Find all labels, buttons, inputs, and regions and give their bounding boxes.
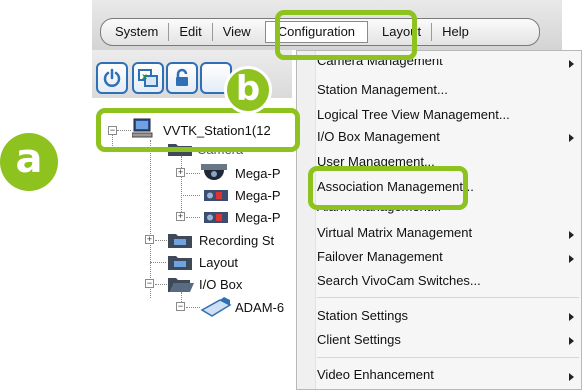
submenu-arrow-icon <box>569 313 574 321</box>
menu-separator <box>317 357 579 358</box>
menu-gutter <box>297 51 316 389</box>
open-folder-icon <box>168 278 194 292</box>
tree-node-adam[interactable]: ADAM-6 <box>235 300 284 315</box>
tree-connector <box>150 140 151 298</box>
unlock-button[interactable] <box>166 62 198 94</box>
tree-expander-camera-3[interactable]: + <box>176 212 185 221</box>
dome-camera-icon <box>201 164 227 180</box>
tree-node-camera-1[interactable]: Mega-P <box>235 166 281 181</box>
menu-item-io-box-management[interactable]: I/O Box Management <box>317 129 440 144</box>
svg-text:x: x <box>142 72 148 81</box>
tree-node-camera-2[interactable]: Mega-P <box>235 188 281 203</box>
menu-separator <box>317 297 579 298</box>
camera-icon <box>204 212 228 223</box>
tree-connector <box>155 284 167 285</box>
tree-connector <box>186 217 200 218</box>
callout-b-label: b <box>235 69 261 109</box>
tree-connector <box>186 173 200 174</box>
layout-folder-icon <box>168 256 192 270</box>
unlock-icon <box>176 68 188 86</box>
menu-item-virtual-matrix-management[interactable]: Virtual Matrix Management <box>317 225 472 240</box>
highlight-association-management <box>308 166 468 210</box>
menu-item-video-enhancement[interactable]: Video Enhancement <box>317 367 434 382</box>
tree-connector <box>155 240 167 241</box>
callout-a-label: a <box>15 136 43 182</box>
tree-node-recording[interactable]: Recording St <box>199 233 274 248</box>
power-button[interactable] <box>96 62 128 94</box>
menu-view[interactable]: View <box>211 23 261 41</box>
menu-edit[interactable]: Edit <box>168 23 211 41</box>
submenu-arrow-icon <box>569 134 574 142</box>
tree-node-camera-3[interactable]: Mega-P <box>235 210 281 225</box>
tree-node-layout[interactable]: Layout <box>199 255 238 270</box>
submenu-arrow-icon <box>569 60 574 68</box>
submenu-arrow-icon <box>569 255 574 263</box>
tree-node-io-box[interactable]: I/O Box <box>199 277 242 292</box>
recording-folder-icon <box>168 234 192 248</box>
highlight-configuration-menu <box>275 10 417 60</box>
highlight-station-node <box>96 108 300 152</box>
menu-item-search-vivocam-switches[interactable]: Search VivoCam Switches... <box>317 273 481 288</box>
menu-system[interactable]: System <box>101 23 168 41</box>
tree-connector <box>150 262 166 263</box>
tree-expander-recording[interactable]: + <box>145 235 154 244</box>
swap-screen-icon: x <box>138 69 158 87</box>
tree-connector <box>181 156 182 218</box>
menu-item-client-settings[interactable]: Client Settings <box>317 332 401 347</box>
callout-a-badge: a <box>0 133 58 191</box>
menu-item-station-settings[interactable]: Station Settings <box>317 308 408 323</box>
menu-help[interactable]: Help <box>431 23 479 41</box>
tree-connector <box>181 195 200 196</box>
configuration-dropdown-menu: Camera Management Station Management... … <box>296 50 582 390</box>
swap-screen-button[interactable]: x <box>132 62 164 94</box>
submenu-arrow-icon <box>569 373 574 381</box>
menu-item-station-management[interactable]: Station Management... <box>317 82 448 97</box>
menu-item-failover-management[interactable]: Failover Management <box>317 249 443 264</box>
submenu-arrow-icon <box>569 337 574 345</box>
camera-icon <box>204 190 228 201</box>
submenu-arrow-icon <box>569 231 574 239</box>
tree-expander-io-box[interactable]: − <box>145 279 154 288</box>
tree-expander-camera-1[interactable]: + <box>176 168 185 177</box>
tree-connector <box>186 307 200 308</box>
callout-b-badge: b <box>224 66 272 114</box>
tree-expander-adam[interactable]: − <box>176 302 185 311</box>
power-icon <box>103 68 121 87</box>
io-box-icon <box>200 297 232 317</box>
menu-item-logical-tree-view-management[interactable]: Logical Tree View Management... <box>317 107 510 122</box>
